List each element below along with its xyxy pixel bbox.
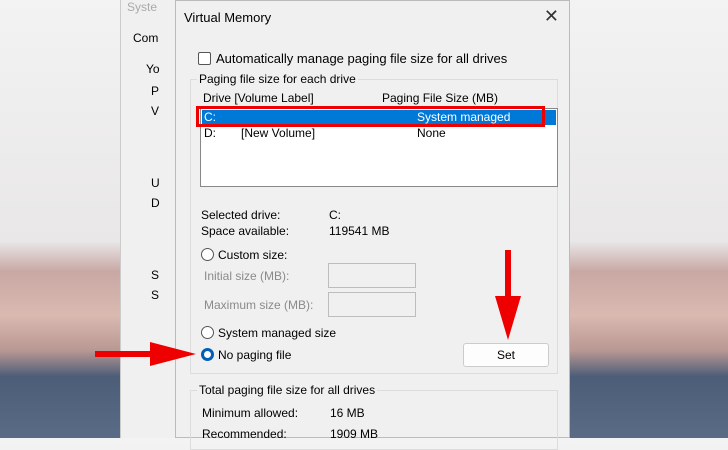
arrow-down-icon bbox=[495, 250, 521, 340]
arrow-right-icon bbox=[95, 342, 196, 366]
annotation-arrows bbox=[95, 250, 521, 366]
